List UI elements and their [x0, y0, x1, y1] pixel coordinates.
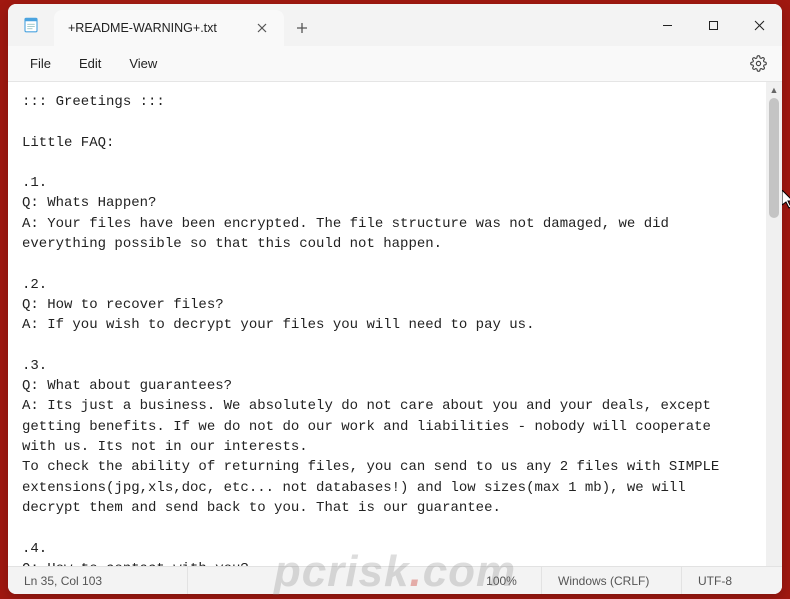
status-position: Ln 35, Col 103: [8, 567, 188, 594]
text-content[interactable]: ::: Greetings ::: Little FAQ: .1. Q: Wha…: [8, 82, 766, 566]
maximize-button[interactable]: [690, 4, 736, 46]
new-tab-button[interactable]: [284, 10, 320, 46]
editor-area: ::: Greetings ::: Little FAQ: .1. Q: Wha…: [8, 82, 782, 566]
tab-title: +README-WARNING+.txt: [68, 21, 250, 35]
tab-close-button[interactable]: [250, 16, 274, 40]
status-encoding: UTF-8: [682, 567, 782, 594]
mouse-cursor-icon: [782, 190, 790, 210]
status-zoom[interactable]: 100%: [462, 567, 542, 594]
app-icon: [8, 4, 54, 46]
menu-view[interactable]: View: [115, 50, 171, 77]
status-eol: Windows (CRLF): [542, 567, 682, 594]
scrollbar-thumb[interactable]: [769, 98, 779, 218]
notepad-icon: [22, 16, 40, 34]
titlebar-drag-area[interactable]: [320, 4, 644, 46]
minimize-icon: [662, 20, 673, 31]
close-icon: [257, 23, 267, 33]
maximize-icon: [708, 20, 719, 31]
statusbar: Ln 35, Col 103 100% Windows (CRLF) UTF-8: [8, 566, 782, 594]
notepad-window: +README-WARNING+.txt: [8, 4, 782, 594]
close-icon: [754, 20, 765, 31]
vertical-scrollbar[interactable]: ▲: [766, 82, 782, 566]
close-button[interactable]: [736, 4, 782, 46]
settings-button[interactable]: [742, 48, 774, 80]
plus-icon: [296, 22, 308, 34]
minimize-button[interactable]: [644, 4, 690, 46]
menu-edit[interactable]: Edit: [65, 50, 115, 77]
window-controls: [644, 4, 782, 46]
menu-file[interactable]: File: [16, 50, 65, 77]
gear-icon: [750, 55, 767, 72]
titlebar: +README-WARNING+.txt: [8, 4, 782, 46]
scroll-up-arrow[interactable]: ▲: [766, 82, 782, 98]
tab-active[interactable]: +README-WARNING+.txt: [54, 10, 284, 46]
menubar: File Edit View: [8, 46, 782, 82]
